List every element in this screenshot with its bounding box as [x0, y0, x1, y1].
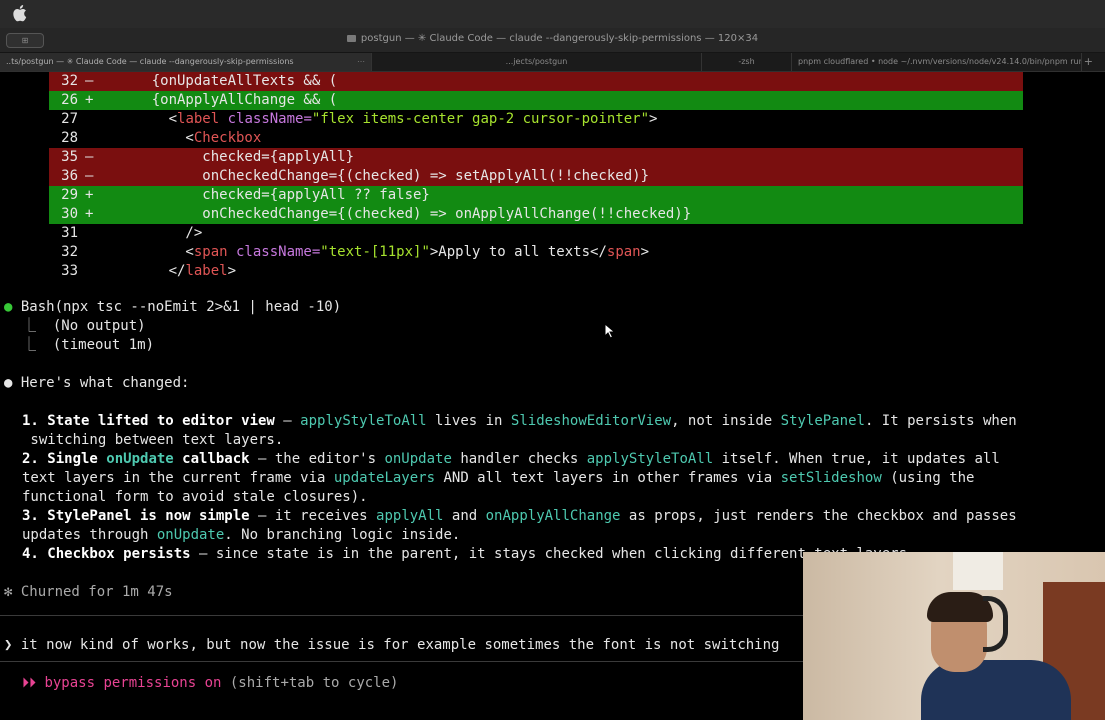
summary-item-2-cont: functional form to avoid stale closures)…: [22, 489, 368, 505]
permission-mode[interactable]: ⏵⏵ bypass permissions on (shift+tab to c…: [22, 674, 398, 693]
summary-item-1-cont: switching between text layers.: [22, 432, 284, 448]
window-title: postgun — ✳ Claude Code — claude --dange…: [360, 33, 759, 44]
prompt-chevron-icon: ❯: [4, 637, 13, 653]
tab-label: -zsh: [738, 57, 755, 66]
diff-line: 35– checked={applyAll}: [61, 149, 355, 165]
summary-item-3: 3. StylePanel is now simple — it receive…: [22, 508, 1017, 524]
close-icon[interactable]: ⋯: [357, 53, 365, 71]
tab-pnpm[interactable]: pnpm cloudflared • node ~/.nvm/versions/…: [792, 53, 1082, 71]
tab-bar: ..ts/postgun — ✳ Claude Code — claude --…: [0, 53, 1105, 72]
diff-line: 26 + {onApplyAllChange && (: [61, 92, 338, 108]
summary-item-2-cont: text layers in the current frame via upd…: [22, 470, 975, 486]
menu-bar: [0, 0, 1105, 28]
window-title-bar: ⊞ postgun — ✳ Claude Code — claude --dan…: [0, 28, 1105, 53]
assistant-message: ● Here's what changed:: [4, 375, 190, 391]
tab-label: pnpm cloudflared • node ~/.nvm/versions/…: [798, 57, 1082, 66]
summary-item-2: 2. Single onUpdate callback — the editor…: [22, 451, 1000, 467]
diff-line: 32– {onUpdateAllTexts && (: [61, 73, 338, 89]
tab-label: ..ts/postgun — ✳ Claude Code — claude --…: [6, 57, 294, 66]
bash-output: ⎿ (No output): [22, 318, 146, 334]
status-dot-icon: ●: [4, 299, 21, 315]
apple-icon[interactable]: [13, 4, 27, 22]
folder-icon: [346, 34, 356, 42]
tab-label: ...jects/postgun: [505, 57, 568, 66]
mouse-pointer-icon: [604, 323, 616, 339]
summary-item-4: 4. Checkbox persists — since state is in…: [22, 546, 916, 562]
summary-item-1: 1. State lifted to editor view — applySt…: [22, 413, 1017, 429]
headset-icon: [983, 596, 1008, 652]
diff-line: 33 </label>: [61, 263, 237, 279]
summary-item-3-cont: updates through onUpdate. No branching l…: [22, 527, 461, 543]
new-tab-button[interactable]: +: [1084, 55, 1093, 68]
prompt-input[interactable]: ❯ it now kind of works, but now the issu…: [4, 636, 779, 655]
diff-line: 30 + onCheckedChange={(checked) => onAppl…: [61, 206, 692, 222]
prompt-text: it now kind of works, but now the issue …: [20, 637, 780, 653]
bash-tool-call: ● Bash(npx tsc --noEmit 2>&1 | head -10): [4, 298, 341, 317]
tab-postgun[interactable]: ...jects/postgun: [372, 53, 702, 71]
churned-status: ✻ Churned for 1m 47s: [4, 584, 173, 600]
webcam-overlay: [803, 552, 1105, 720]
tab-zsh[interactable]: -zsh: [702, 53, 792, 71]
bash-command: Bash(npx tsc --noEmit 2>&1 | head -10): [20, 299, 342, 315]
bullet-icon: ●: [4, 375, 21, 391]
bash-output: ⎿ (timeout 1m): [22, 337, 155, 353]
diff-line: 28 <Checkbox: [61, 130, 262, 146]
diff-line: 31 />: [61, 225, 203, 241]
mode-hint: (shift+tab to cycle): [221, 675, 399, 691]
diff-line: 29 + checked={applyAll ?? false}: [61, 187, 430, 203]
diff-line: 32 <span className="text-[11px]">Apply t…: [61, 244, 650, 260]
fast-forward-icon: ⏵⏵: [22, 675, 36, 691]
mode-label: bypass permissions on: [44, 675, 222, 691]
diff-line: 27 <label className="flex items-center g…: [61, 111, 658, 127]
diff-line: 36– onCheckedChange={(checked) => setApp…: [61, 168, 650, 184]
tab-claude-code[interactable]: ..ts/postgun — ✳ Claude Code — claude --…: [0, 53, 372, 71]
